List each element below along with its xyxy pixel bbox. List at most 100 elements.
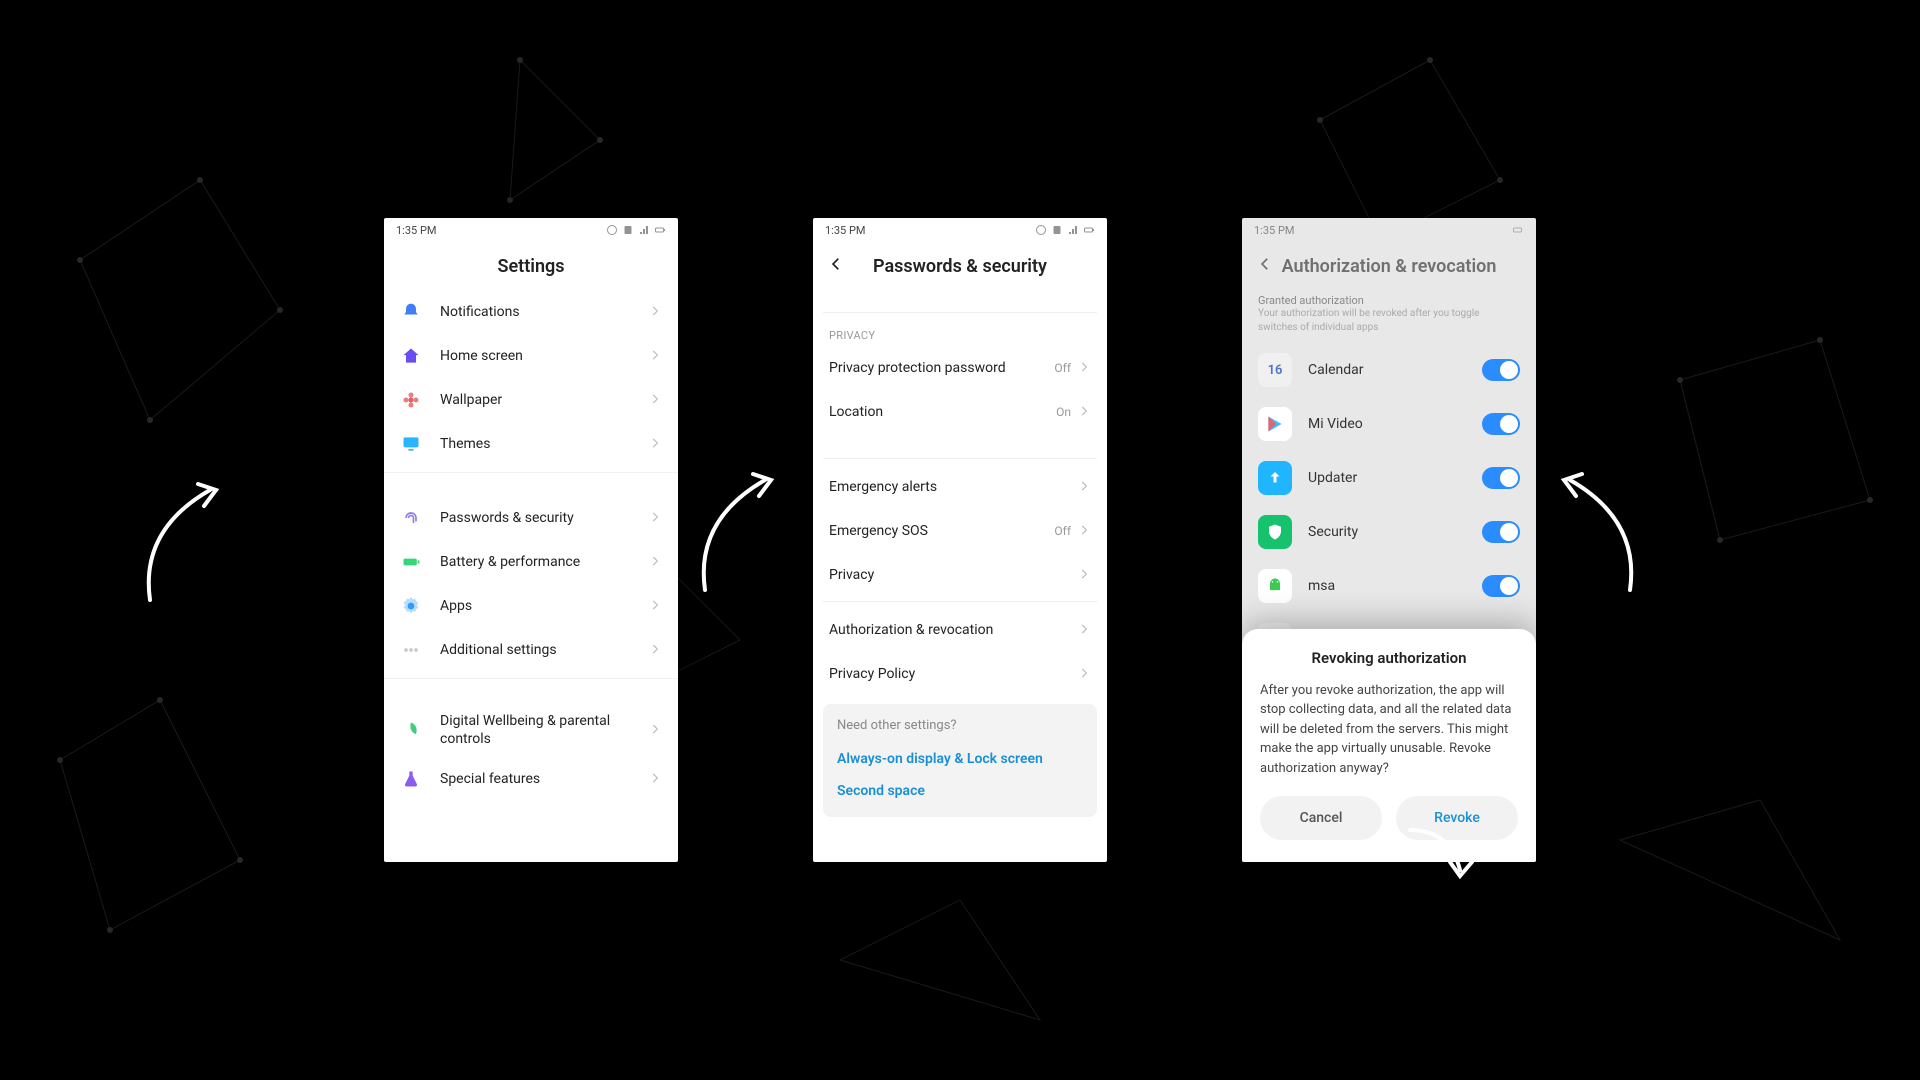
app-row: Security: [1242, 505, 1536, 559]
chevron-right-icon: [648, 391, 662, 410]
suggestion-card: Need other settings? Always-on display &…: [823, 704, 1097, 817]
dialog-body: After you revoke authorization, the app …: [1260, 681, 1518, 779]
dots-icon: [400, 639, 422, 661]
battery-icon: [1083, 224, 1095, 236]
suggestion-link[interactable]: Always-on display & Lock screen: [837, 743, 1083, 775]
settings-item-label: Home screen: [440, 348, 648, 364]
settings-item-battery[interactable]: Battery & performance: [384, 540, 678, 584]
app-row: Updater: [1242, 451, 1536, 505]
flask-icon: [400, 768, 422, 790]
flower-icon: [400, 389, 422, 411]
suggestion-link[interactable]: Second space: [837, 775, 1083, 807]
app-icon: [1258, 515, 1308, 549]
suggestion-prompt: Need other settings?: [837, 718, 1083, 733]
dnd-icon: [606, 224, 618, 236]
header: Settings: [384, 242, 678, 290]
settings-item-label: Themes: [440, 436, 648, 452]
row-value: On: [1056, 405, 1071, 419]
app-row: Mi Video: [1242, 397, 1536, 451]
chevron-right-icon: [1077, 403, 1091, 422]
settings-item-label: Wallpaper: [440, 392, 648, 408]
security-row[interactable]: Privacy Policy: [813, 652, 1107, 696]
app-label: Security: [1308, 524, 1482, 540]
chevron-right-icon: [648, 303, 662, 322]
settings-item-label: Apps: [440, 598, 648, 614]
chevron-right-icon: [1077, 522, 1091, 541]
app-label: Calendar: [1308, 362, 1482, 378]
row-value: Off: [1054, 524, 1071, 538]
app-toggle[interactable]: [1482, 359, 1520, 381]
clock: 1:35 PM: [825, 224, 865, 237]
row-label: Location: [829, 404, 1056, 420]
settings-item-dots[interactable]: Additional settings: [384, 628, 678, 672]
chevron-right-icon: [1077, 665, 1091, 684]
back-button[interactable]: [827, 255, 845, 278]
status-bar: 1:35 PM: [384, 218, 678, 242]
page-title: Settings: [498, 256, 565, 277]
hint-body: Your authorization will be revoked after…: [1258, 307, 1498, 335]
page-title: Passwords & security: [873, 256, 1047, 277]
row-label: Privacy: [829, 567, 1077, 583]
hint-block: Granted authorization Your authorization…: [1242, 290, 1536, 343]
sim-icon: [622, 224, 634, 236]
flow-arrow-1: [130, 470, 240, 614]
settings-item-label: Additional settings: [440, 642, 648, 658]
app-toggle[interactable]: [1482, 413, 1520, 435]
home-icon: [400, 345, 422, 367]
header: Passwords & security: [813, 242, 1107, 290]
monitor-icon: [400, 433, 422, 455]
security-row[interactable]: Location On: [813, 390, 1107, 434]
settings-item-bell[interactable]: Notifications: [384, 290, 678, 334]
security-row[interactable]: Emergency alerts: [813, 465, 1107, 509]
cancel-button[interactable]: Cancel: [1260, 796, 1382, 840]
dnd-icon: [1035, 224, 1047, 236]
settings-item-leaf[interactable]: Digital Wellbeing & parental controls: [384, 702, 678, 758]
signal-icon: [1067, 224, 1079, 236]
revoke-dialog: Revoking authorization After you revoke …: [1242, 629, 1536, 863]
signal-icon: [638, 224, 650, 236]
app-icon: [1258, 461, 1308, 495]
status-bar: 1:35 PM: [1242, 218, 1536, 242]
chevron-right-icon: [1077, 621, 1091, 640]
settings-item-flower[interactable]: Wallpaper: [384, 378, 678, 422]
settings-item-label: Special features: [440, 770, 648, 788]
row-label: Privacy protection password: [829, 360, 1054, 376]
flow-arrow-3: [1540, 460, 1650, 604]
finger-icon: [400, 507, 422, 529]
settings-item-flask[interactable]: Special features: [384, 758, 678, 800]
status-bar: 1:35 PM: [813, 218, 1107, 242]
battery-icon: [1512, 224, 1524, 236]
app-toggle[interactable]: [1482, 575, 1520, 597]
battery-icon: [654, 224, 666, 236]
app-icon: [1258, 407, 1308, 441]
settings-item-home[interactable]: Home screen: [384, 334, 678, 378]
security-row[interactable]: Privacy protection password Off: [813, 346, 1107, 390]
security-row[interactable]: Privacy: [813, 553, 1107, 597]
clock: 1:35 PM: [396, 224, 436, 237]
settings-item-gear[interactable]: Apps: [384, 584, 678, 628]
chevron-right-icon: [648, 347, 662, 366]
security-row[interactable]: Authorization & revocation: [813, 608, 1107, 652]
revoke-button[interactable]: Revoke: [1396, 796, 1518, 840]
settings-item-monitor[interactable]: Themes: [384, 422, 678, 466]
settings-item-label: Notifications: [440, 304, 648, 320]
chevron-right-icon: [1077, 359, 1091, 378]
app-toggle[interactable]: [1482, 521, 1520, 543]
back-button[interactable]: [1256, 255, 1274, 278]
dialog-title: Revoking authorization: [1260, 649, 1518, 667]
app-toggle[interactable]: [1482, 467, 1520, 489]
sim-icon: [1051, 224, 1063, 236]
security-row[interactable]: Emergency SOS Off: [813, 509, 1107, 553]
app-row: msa: [1242, 559, 1536, 613]
app-label: Mi Video: [1308, 416, 1482, 432]
settings-item-finger[interactable]: Passwords & security: [384, 496, 678, 540]
phone-authorization: 1:35 PM Authorization & revocation Grant…: [1242, 218, 1536, 862]
phone-security: 1:35 PM Passwords & security PRIVACY Pri…: [813, 218, 1107, 862]
settings-item-label: Battery & performance: [440, 554, 648, 570]
app-icon: [1258, 569, 1308, 603]
app-label: Updater: [1308, 470, 1482, 486]
app-icon: 16: [1258, 353, 1308, 387]
row-label: Authorization & revocation: [829, 622, 1077, 638]
settings-item-label: Digital Wellbeing & parental controls: [440, 712, 648, 748]
chevron-right-icon: [648, 597, 662, 616]
